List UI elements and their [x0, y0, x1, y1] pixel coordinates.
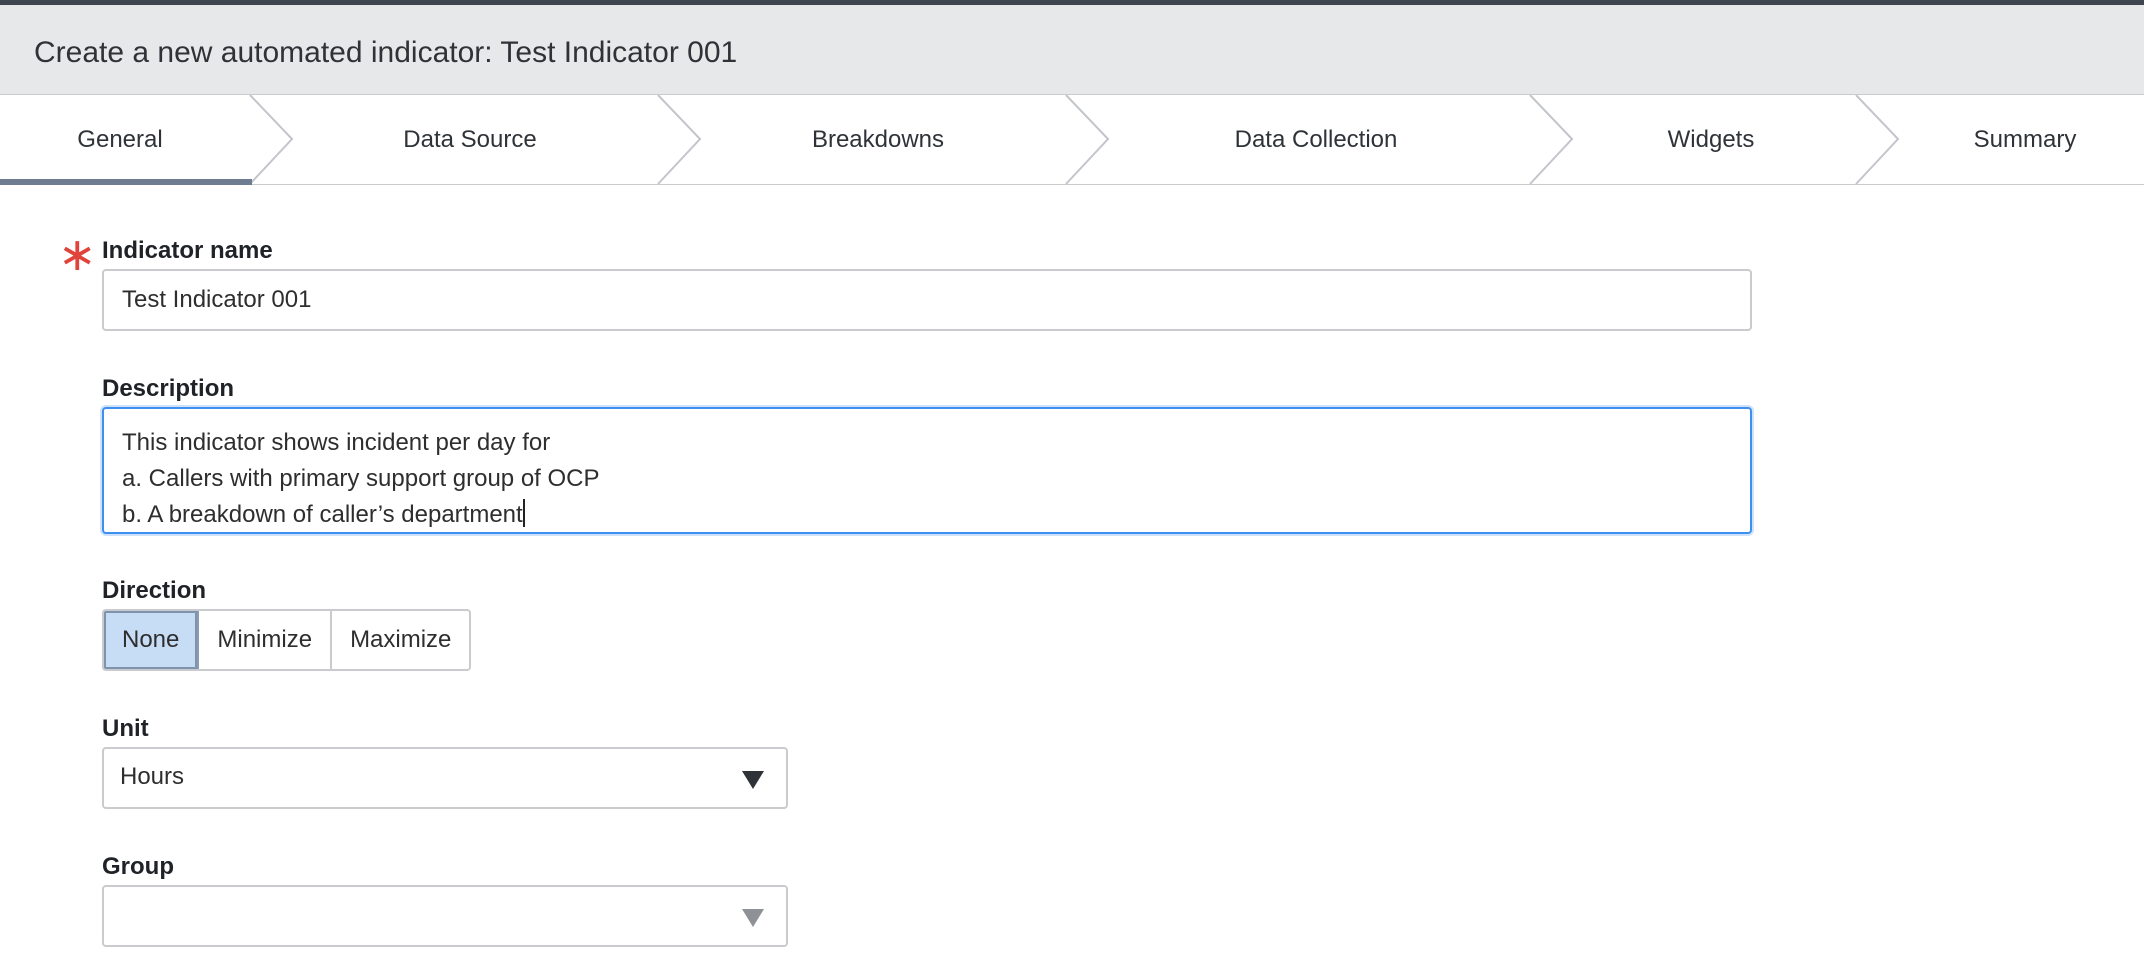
- tab-general[interactable]: General: [0, 95, 240, 184]
- description-line: a. Callers with primary support group of…: [122, 465, 600, 492]
- text-caret: [522, 499, 525, 527]
- indicator-name-label: Indicator name: [102, 237, 273, 264]
- group-label: Group: [102, 853, 174, 880]
- wizard-steps: General Data Source Breakdowns Data Coll…: [0, 95, 2144, 185]
- description-line: b. A breakdown of caller’s department: [122, 499, 525, 528]
- chevron-down-icon: [742, 771, 764, 789]
- unit-select[interactable]: Hours: [102, 747, 788, 809]
- description-line: This indicator shows incident per day fo…: [122, 429, 551, 456]
- group-select[interactable]: [102, 885, 788, 947]
- tab-widgets[interactable]: Widgets: [1580, 95, 1842, 184]
- chevron-down-icon: [742, 909, 764, 927]
- direction-segmented-control: None Minimize Maximize: [102, 609, 472, 671]
- tab-data-collection[interactable]: Data Collection: [1116, 95, 1516, 184]
- direction-label: Direction: [102, 577, 207, 604]
- unit-select-value: Hours: [120, 763, 185, 790]
- description-label: Description: [102, 375, 235, 402]
- indicator-name-input[interactable]: Test Indicator 001: [102, 269, 1752, 331]
- tab-summary[interactable]: Summary: [1906, 95, 2144, 184]
- required-icon: ∗: [58, 228, 97, 280]
- unit-label: Unit: [102, 715, 149, 742]
- page-title: Create a new automated indicator: Test I…: [34, 36, 738, 69]
- direction-minimize-button[interactable]: Minimize: [199, 611, 333, 669]
- direction-none-button[interactable]: None: [104, 611, 200, 669]
- active-step-indicator: [0, 179, 252, 185]
- tab-breakdowns[interactable]: Breakdowns: [708, 95, 1048, 184]
- page-header: Create a new automated indicator: Test I…: [0, 5, 2144, 95]
- direction-maximize-button[interactable]: Maximize: [332, 611, 470, 669]
- description-textarea[interactable]: This indicator shows incident per day fo…: [102, 407, 1752, 534]
- tab-data-source[interactable]: Data Source: [300, 95, 640, 184]
